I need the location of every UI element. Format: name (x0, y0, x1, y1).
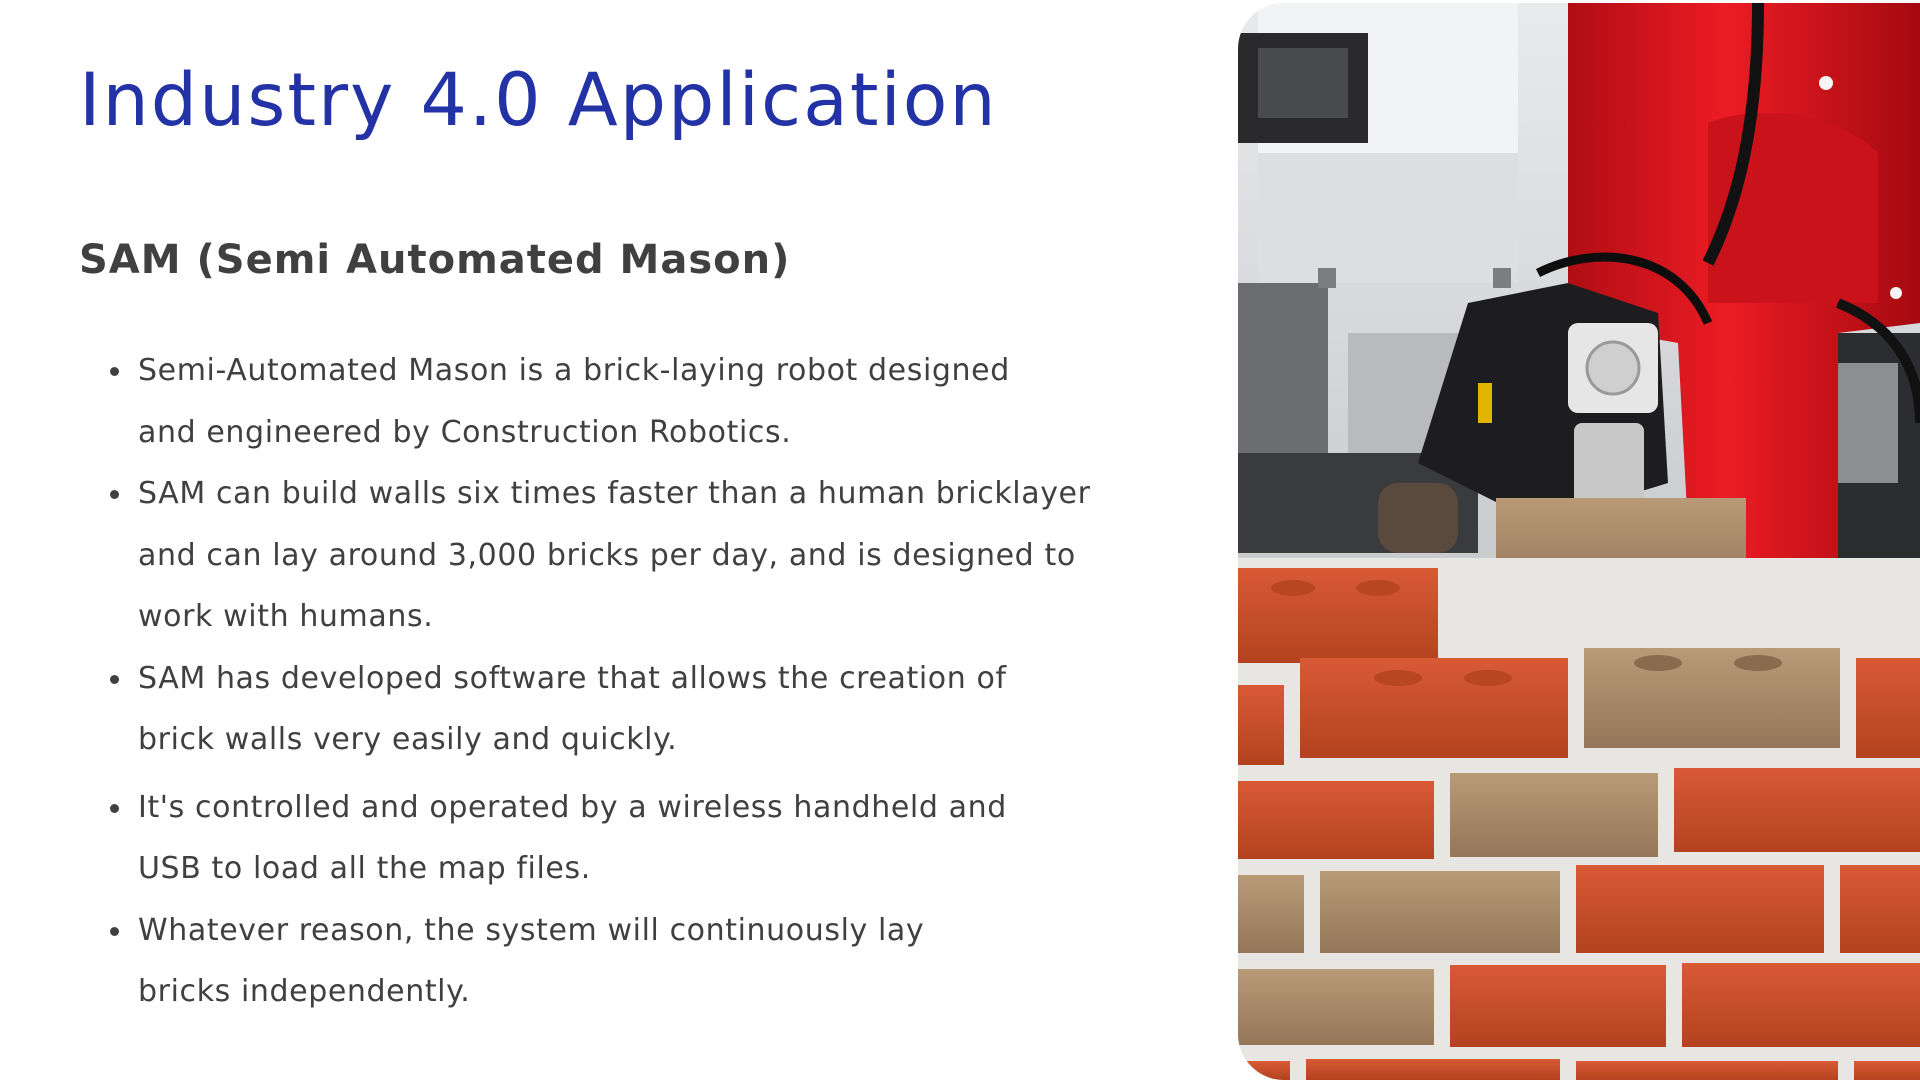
bullet-line: Semi-Automated Mason is a brick-laying r… (138, 353, 1010, 388)
bullet-line: brick walls very easily and quickly. (138, 722, 678, 757)
bullet-line: USB to load all the map files. (138, 851, 591, 886)
bullet-item: It's controlled and operated by a wirele… (108, 777, 1178, 900)
bullet-dot-icon (110, 803, 119, 813)
bullet-line: SAM has developed software that allows t… (138, 660, 1007, 696)
bullet-line: bricks independently. (138, 974, 471, 1009)
bullet-item: Whatever reason, the system will continu… (108, 900, 1178, 1023)
slide-subtitle: SAM (Semi Automated Mason) (79, 237, 791, 283)
bullet-line: Whatever reason, the system will continu… (138, 912, 925, 948)
bullet-list: Semi-Automated Mason is a brick-laying r… (108, 340, 1178, 1023)
bullet-line: work with humans. (138, 599, 434, 634)
bullet-item: Semi-Automated Mason is a brick-laying r… (108, 340, 1178, 463)
bullet-item: SAM has developed software that allows t… (108, 648, 1178, 771)
bullet-line: It's controlled and operated by a wirele… (138, 789, 1007, 825)
photo-illustration (1238, 3, 1920, 1080)
bullet-dot-icon (110, 367, 119, 376)
bullet-line: SAM can build walls six times faster tha… (138, 476, 1091, 511)
bullet-dot-icon (110, 674, 119, 684)
bullet-line: and engineered by Construction Robotics. (138, 414, 792, 450)
bullet-dot-icon (110, 926, 119, 936)
bullet-line: and can lay around 3,000 bricks per day,… (138, 537, 1076, 573)
bullet-item: SAM can build walls six times faster tha… (108, 463, 1178, 648)
robot-bricklaying-photo (1238, 3, 1920, 1080)
slide: Industry 4.0 Application SAM (Semi Autom… (0, 0, 1920, 1080)
bullet-dot-icon (110, 490, 119, 499)
slide-title: Industry 4.0 Application (79, 58, 998, 143)
